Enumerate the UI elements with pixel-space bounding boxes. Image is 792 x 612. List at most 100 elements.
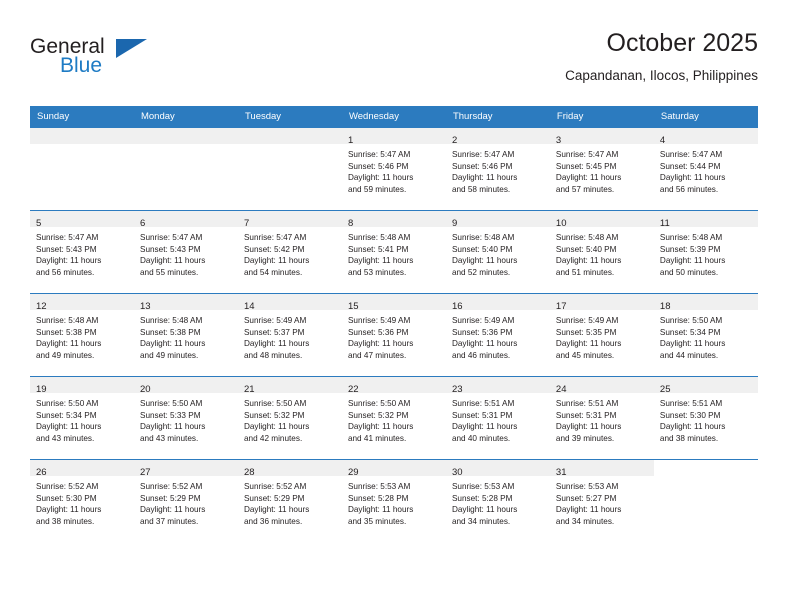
day-number-strip: 28: [237, 460, 342, 478]
daylight-text-line2: and 58 minutes.: [451, 184, 511, 194]
sunrise-text: Sunrise: 5:53 AM: [451, 482, 515, 491]
day-cell-inner: 20 Sunrise: 5:50 AM Sunset: 5:33 PM Dayligh…: [133, 377, 238, 459]
day-cell[interactable]: 1 Sunrise: 5:47 AM Sunset: 5:46 PM Daylight…: [341, 127, 446, 211]
sunset-text: Sunset: 5:37 PM: [243, 327, 305, 337]
day-cell[interactable]: 17 Sunrise: 5:49 AM Sunset: 5:35 PM Dayligh…: [549, 293, 654, 377]
sunrise-text: Sunrise: 5:47 AM: [243, 233, 307, 242]
daylight-text-line2: and 38 minutes.: [659, 433, 719, 443]
sunset-text: Sunset: 5:40 PM: [555, 244, 617, 254]
calendar-week-row: 26 Sunrise: 5:52 AM Sunset: 5:30 PM Dayligh…: [30, 459, 758, 542]
day-number-strip: 15: [341, 294, 446, 312]
sunset-text: Sunset: 5:28 PM: [451, 493, 513, 503]
day-cell[interactable]: 19 Sunrise: 5:50 AM Sunset: 5:34 PM Dayligh…: [30, 376, 134, 460]
sunset-text: Sunset: 5:40 PM: [451, 244, 513, 254]
day-details: Sunrise: 5:48 AM Sunset: 5:38 PM Daylight:…: [30, 310, 134, 361]
daylight-text-line1: Daylight: 11 hours: [139, 339, 206, 349]
daylight-text-line1: Daylight: 11 hours: [139, 505, 206, 515]
page-header: General Blue October 2025 Capandanan, Il…: [30, 28, 758, 100]
day-cell-inner: 11 Sunrise: 5:48 AM Sunset: 5:39 PM Dayligh…: [653, 211, 758, 293]
day-cell[interactable]: 24 Sunrise: 5:51 AM Sunset: 5:31 PM Dayligh…: [549, 376, 654, 460]
day-cell-inner: 5 Sunrise: 5:47 AM Sunset: 5:43 PM Daylight…: [30, 211, 134, 293]
day-cell-inner: 23 Sunrise: 5:51 AM Sunset: 5:31 PM Dayligh…: [445, 377, 550, 459]
day-cell[interactable]: 6 Sunrise: 5:47 AM Sunset: 5:43 PM Daylight…: [133, 210, 238, 294]
calendar-week-row: 5 Sunrise: 5:47 AM Sunset: 5:43 PM Daylight…: [30, 210, 758, 294]
day-details: Sunrise: 5:52 AM Sunset: 5:30 PM Daylight:…: [30, 476, 134, 527]
day-cell[interactable]: 13 Sunrise: 5:48 AM Sunset: 5:38 PM Dayligh…: [133, 293, 238, 377]
sunrise-text: Sunrise: 5:51 AM: [659, 399, 723, 408]
day-cell[interactable]: 9 Sunrise: 5:48 AM Sunset: 5:40 PM Daylight…: [445, 210, 550, 294]
sunrise-text: Sunrise: 5:53 AM: [347, 482, 411, 491]
day-details: Sunrise: 5:47 AM Sunset: 5:46 PM Daylight:…: [342, 144, 446, 195]
day-details: Sunrise: 5:51 AM Sunset: 5:31 PM Daylight:…: [550, 393, 654, 444]
day-number-strip: 18: [653, 294, 758, 312]
daylight-text-line2: and 43 minutes.: [36, 433, 95, 443]
day-cell[interactable]: 3 Sunrise: 5:47 AM Sunset: 5:45 PM Daylight…: [549, 127, 654, 211]
day-cell[interactable]: 14 Sunrise: 5:49 AM Sunset: 5:37 PM Dayligh…: [237, 293, 342, 377]
day-number: 22: [347, 384, 359, 395]
sunset-text: Sunset: 5:32 PM: [243, 410, 305, 420]
calendar-week-row: 12 Sunrise: 5:48 AM Sunset: 5:38 PM Dayligh…: [30, 293, 758, 377]
weekday-header-row: Sunday Monday Tuesday Wednesday Thursday…: [30, 106, 758, 128]
daylight-text-line1: Daylight: 11 hours: [243, 505, 310, 515]
day-cell-inner: [133, 128, 238, 210]
daylight-text-line2: and 48 minutes.: [243, 350, 303, 360]
day-number-strip: 17: [549, 294, 654, 312]
day-cell[interactable]: 20 Sunrise: 5:50 AM Sunset: 5:33 PM Dayligh…: [133, 376, 238, 460]
day-number-strip: 31: [549, 460, 654, 478]
daylight-text-line2: and 44 minutes.: [659, 350, 719, 360]
day-details: Sunrise: 5:48 AM Sunset: 5:40 PM Daylight:…: [446, 227, 550, 278]
day-cell[interactable]: 21 Sunrise: 5:50 AM Sunset: 5:32 PM Dayligh…: [237, 376, 342, 460]
day-details: Sunrise: 5:47 AM Sunset: 5:45 PM Daylight:…: [550, 144, 654, 195]
day-number-strip: [30, 128, 134, 144]
day-cell[interactable]: 31 Sunrise: 5:53 AM Sunset: 5:27 PM Dayligh…: [549, 459, 654, 542]
day-cell[interactable]: 8 Sunrise: 5:48 AM Sunset: 5:41 PM Daylight…: [341, 210, 446, 294]
daylight-text-line1: Daylight: 11 hours: [36, 256, 102, 266]
day-cell[interactable]: 4 Sunrise: 5:47 AM Sunset: 5:44 PM Daylight…: [653, 127, 758, 211]
day-number: 28: [243, 467, 255, 478]
daylight-text-line2: and 53 minutes.: [347, 267, 407, 277]
day-cell[interactable]: 2 Sunrise: 5:47 AM Sunset: 5:46 PM Daylight…: [445, 127, 550, 211]
sunrise-text: Sunrise: 5:49 AM: [555, 316, 619, 325]
day-cell[interactable]: 5 Sunrise: 5:47 AM Sunset: 5:43 PM Daylight…: [30, 210, 134, 294]
daylight-text-line2: and 39 minutes.: [555, 433, 615, 443]
daylight-text-line2: and 52 minutes.: [451, 267, 511, 277]
day-cell[interactable]: 26 Sunrise: 5:52 AM Sunset: 5:30 PM Dayligh…: [30, 459, 134, 542]
general-blue-logo[interactable]: General Blue: [30, 36, 160, 84]
day-cell[interactable]: 7 Sunrise: 5:47 AM Sunset: 5:42 PM Daylight…: [237, 210, 342, 294]
sunrise-text: Sunrise: 5:47 AM: [36, 233, 99, 242]
day-details: Sunrise: 5:47 AM Sunset: 5:46 PM Daylight:…: [446, 144, 550, 195]
day-number-strip: 16: [445, 294, 550, 312]
calendar-body: 1 Sunrise: 5:47 AM Sunset: 5:46 PM Daylight…: [30, 127, 758, 542]
daylight-text-line1: Daylight: 11 hours: [139, 256, 206, 266]
sunrise-text: Sunrise: 5:50 AM: [347, 399, 411, 408]
day-cell-inner: 24 Sunrise: 5:51 AM Sunset: 5:31 PM Dayligh…: [549, 377, 654, 459]
logo-triangle-icon: [116, 39, 147, 58]
day-cell[interactable]: 23 Sunrise: 5:51 AM Sunset: 5:31 PM Dayligh…: [445, 376, 550, 460]
daylight-text-line2: and 55 minutes.: [139, 267, 199, 277]
day-cell[interactable]: 28 Sunrise: 5:52 AM Sunset: 5:29 PM Dayligh…: [237, 459, 342, 542]
sunrise-text: Sunrise: 5:50 AM: [36, 399, 99, 408]
sunrise-text: Sunrise: 5:48 AM: [451, 233, 515, 242]
daylight-text-line1: Daylight: 11 hours: [451, 339, 518, 349]
day-cell[interactable]: 18 Sunrise: 5:50 AM Sunset: 5:34 PM Dayligh…: [653, 293, 758, 377]
day-number: 16: [451, 301, 463, 312]
daylight-text-line1: Daylight: 11 hours: [659, 339, 726, 349]
day-cell[interactable]: 12 Sunrise: 5:48 AM Sunset: 5:38 PM Dayligh…: [30, 293, 134, 377]
day-details: Sunrise: 5:53 AM Sunset: 5:27 PM Daylight:…: [550, 476, 654, 527]
sunset-text: Sunset: 5:29 PM: [243, 493, 305, 503]
day-details: Sunrise: 5:47 AM Sunset: 5:43 PM Daylight:…: [134, 227, 238, 278]
day-cell[interactable]: 25 Sunrise: 5:51 AM Sunset: 5:30 PM Dayligh…: [653, 376, 758, 460]
day-details: Sunrise: 5:51 AM Sunset: 5:30 PM Daylight:…: [654, 393, 758, 444]
sunset-text: Sunset: 5:41 PM: [347, 244, 409, 254]
day-cell[interactable]: 10 Sunrise: 5:48 AM Sunset: 5:40 PM Dayligh…: [549, 210, 654, 294]
day-cell[interactable]: 11 Sunrise: 5:48 AM Sunset: 5:39 PM Dayligh…: [653, 210, 758, 294]
day-cell[interactable]: 30 Sunrise: 5:53 AM Sunset: 5:28 PM Dayligh…: [445, 459, 550, 542]
day-details: Sunrise: 5:47 AM Sunset: 5:44 PM Daylight:…: [654, 144, 758, 195]
day-cell[interactable]: 27 Sunrise: 5:52 AM Sunset: 5:29 PM Dayligh…: [133, 459, 238, 542]
day-cell[interactable]: 15 Sunrise: 5:49 AM Sunset: 5:36 PM Dayligh…: [341, 293, 446, 377]
day-cell[interactable]: 22 Sunrise: 5:50 AM Sunset: 5:32 PM Dayligh…: [341, 376, 446, 460]
day-cell[interactable]: 29 Sunrise: 5:53 AM Sunset: 5:28 PM Dayligh…: [341, 459, 446, 542]
daylight-text-line1: Daylight: 11 hours: [347, 505, 414, 515]
day-details: Sunrise: 5:48 AM Sunset: 5:39 PM Daylight:…: [654, 227, 758, 278]
day-cell[interactable]: 16 Sunrise: 5:49 AM Sunset: 5:36 PM Dayligh…: [445, 293, 550, 377]
